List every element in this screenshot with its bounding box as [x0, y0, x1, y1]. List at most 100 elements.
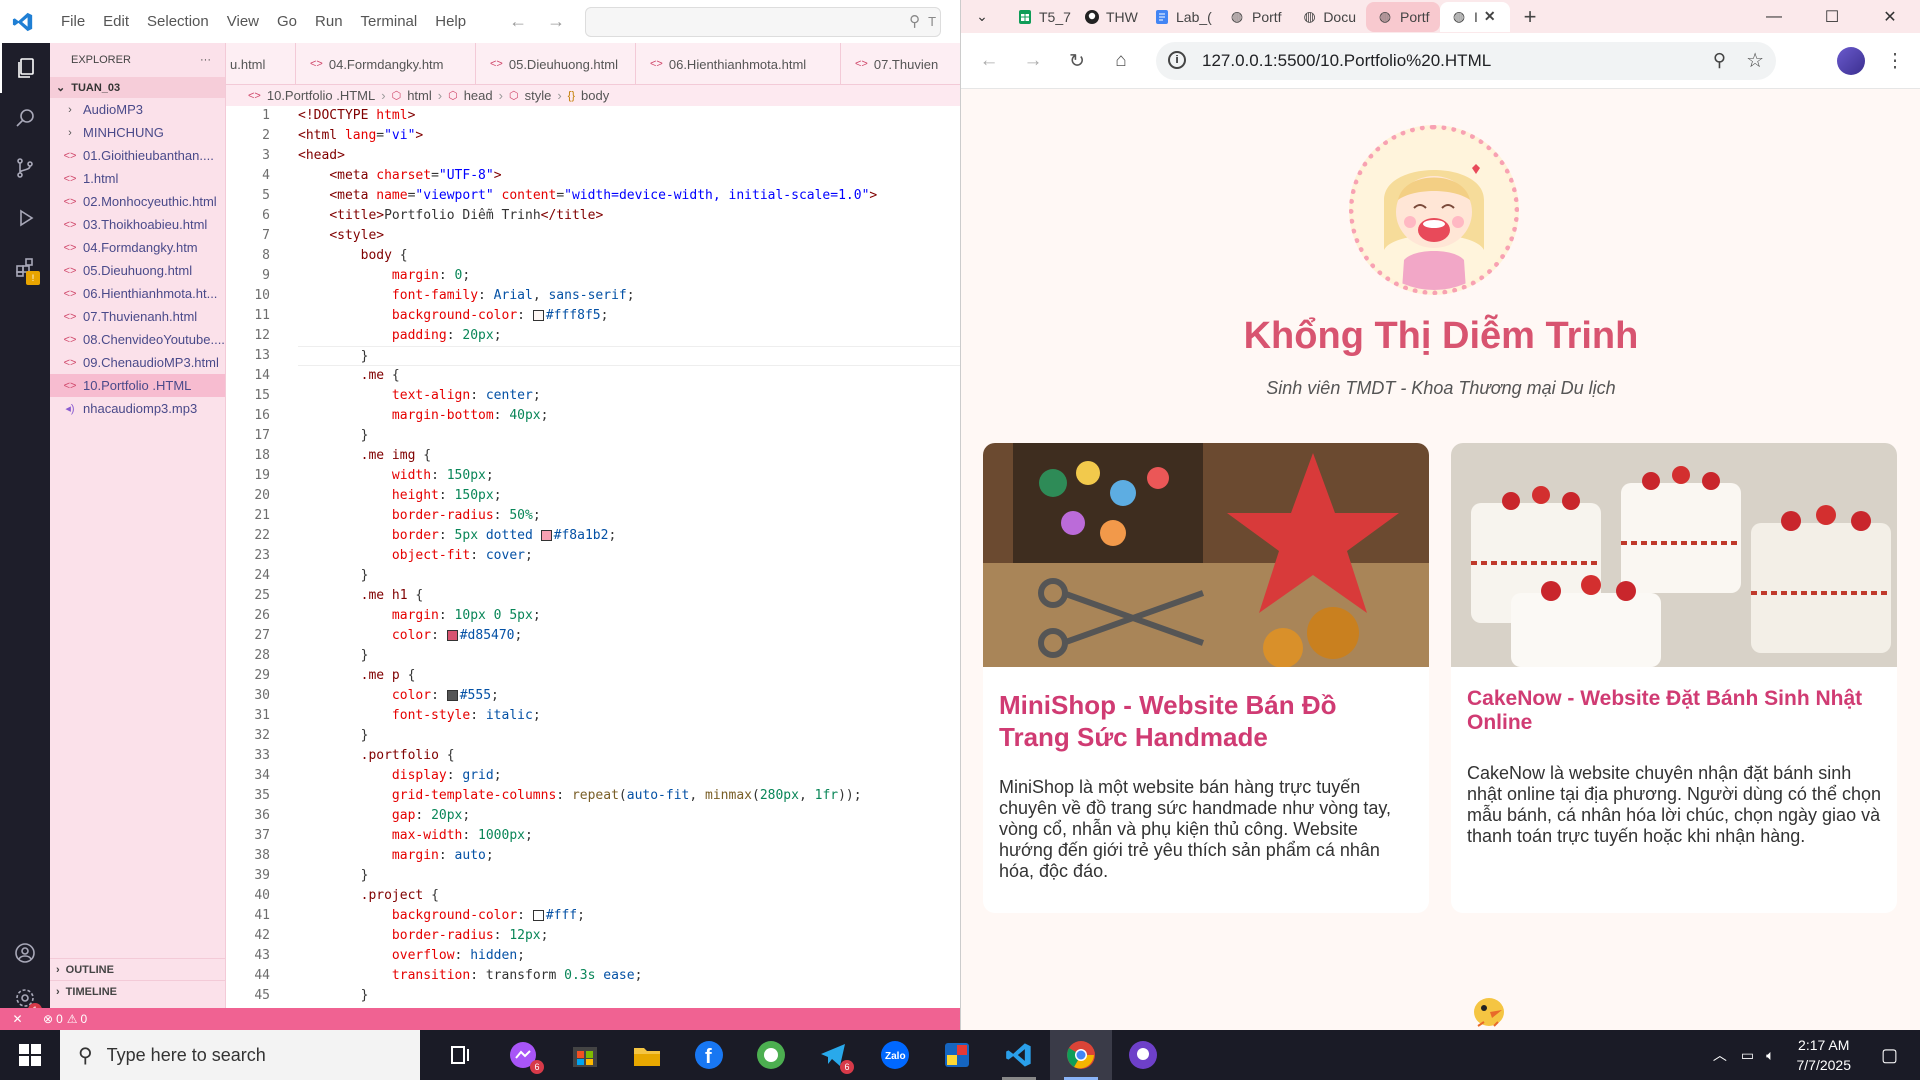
- warning-icon[interactable]: ⚠: [67, 1012, 78, 1026]
- search-icon[interactable]: [0, 93, 50, 143]
- explorer-files-icon[interactable]: [0, 43, 50, 93]
- tab-3[interactable]: <> 06.Hienthianhmota.html: [636, 43, 841, 84]
- chrome-tab-3[interactable]: ◍ Portf: [1218, 2, 1292, 32]
- tab-2[interactable]: <> 05.Dieuhuong.html: [476, 43, 636, 84]
- breadcrumb-html[interactable]: html: [407, 88, 432, 103]
- tab-0[interactable]: u.html: [226, 43, 296, 84]
- outline-section[interactable]: › OUTLINE: [50, 958, 226, 980]
- extensions-icon[interactable]: !: [0, 243, 50, 293]
- notifications-icon[interactable]: ▢: [1881, 1045, 1898, 1066]
- color-swatch[interactable]: [540, 530, 552, 541]
- file-tree-item[interactable]: <> 02.Monhocyeuthic.html: [50, 190, 225, 213]
- menu-help[interactable]: Help: [426, 13, 475, 30]
- more-actions-icon[interactable]: ···: [200, 54, 211, 66]
- menu-edit[interactable]: Edit: [94, 13, 138, 30]
- forward-arrow-icon[interactable]: →: [547, 11, 565, 32]
- vscode-taskbar-icon[interactable]: [988, 1030, 1050, 1080]
- github-desktop-icon[interactable]: [1112, 1030, 1174, 1080]
- chrome-tab-0[interactable]: T5_7: [1007, 2, 1074, 32]
- breadcrumb-file[interactable]: 10.Portfolio .HTML: [267, 88, 375, 103]
- chrome-tab-4[interactable]: ◍ Docu: [1292, 2, 1366, 32]
- volume-icon[interactable]: 🔈︎: [1766, 1047, 1774, 1064]
- taskbar-search[interactable]: ⚲ Type here to search: [60, 1030, 420, 1080]
- telegram-icon[interactable]: 6: [802, 1030, 864, 1080]
- tab-search-chevron-icon[interactable]: ⌄: [965, 2, 999, 32]
- task-view-icon[interactable]: [430, 1030, 492, 1080]
- site-info-icon[interactable]: i: [1168, 51, 1186, 69]
- chrome-taskbar-icon[interactable]: [1050, 1030, 1112, 1080]
- zoom-icon[interactable]: ⚲: [1713, 50, 1726, 71]
- file-tree-item[interactable]: <> 10.Portfolio .HTML: [50, 374, 225, 397]
- chevron-up-icon[interactable]: ︿: [1713, 1045, 1727, 1065]
- source-control-icon[interactable]: [0, 143, 50, 193]
- file-tree-item[interactable]: <> 08.ChenvideoYoutube....: [50, 328, 225, 351]
- chrome-tab-1[interactable]: THW: [1074, 2, 1144, 32]
- facebook-icon[interactable]: f: [678, 1030, 740, 1080]
- chrome-tab-5[interactable]: ◍ Portf: [1366, 1, 1440, 32]
- code-line: .me img {: [360, 448, 432, 463]
- microsoft-store-icon[interactable]: [554, 1030, 616, 1080]
- file-tree-item[interactable]: <> 09.ChenaudioMP3.html: [50, 351, 225, 374]
- menu-run[interactable]: Run: [306, 13, 352, 30]
- color-swatch[interactable]: [532, 910, 544, 921]
- maximize-icon[interactable]: ☐: [1803, 0, 1861, 33]
- close-window-icon[interactable]: ✕: [1861, 0, 1919, 33]
- project-card[interactable]: MiniShop - Website Bán Đồ Trang Sức Hand…: [983, 443, 1429, 913]
- color-swatch[interactable]: [446, 690, 458, 701]
- file-tree-item[interactable]: <> 03.Thoikhoabieu.html: [50, 213, 225, 236]
- project-card[interactable]: CakeNow - Website Đặt Bánh Sinh Nhật Onl…: [1451, 443, 1897, 913]
- file-tree-item[interactable]: <> 01.Gioithieubanthan....: [50, 144, 225, 167]
- file-tree-item[interactable]: <> 05.Dieuhuong.html: [50, 259, 225, 282]
- profile-avatar[interactable]: [1837, 47, 1865, 75]
- file-tree-item[interactable]: <> 1.html: [50, 167, 225, 190]
- error-icon[interactable]: ⊗: [43, 1012, 53, 1026]
- messenger-icon[interactable]: 6: [492, 1030, 554, 1080]
- menu-selection[interactable]: Selection: [138, 13, 218, 30]
- timeline-section[interactable]: › TIMELINE: [50, 980, 226, 1002]
- unikey-icon[interactable]: [926, 1030, 988, 1080]
- file-tree-label: 02.Monhocyeuthic.html: [83, 194, 217, 209]
- back-arrow-icon[interactable]: ←: [975, 47, 1003, 75]
- menu-terminal[interactable]: Terminal: [352, 13, 427, 30]
- color-swatch[interactable]: [532, 310, 544, 321]
- more-menu-icon[interactable]: ⋮: [1881, 47, 1909, 75]
- account-icon[interactable]: [0, 928, 50, 978]
- tab-1[interactable]: <> 04.Formdangky.htm: [296, 43, 476, 84]
- coccoc-icon[interactable]: [740, 1030, 802, 1080]
- windows-start-icon[interactable]: [0, 1030, 60, 1080]
- new-tab-plus-icon[interactable]: +: [1510, 2, 1550, 32]
- menu-go[interactable]: Go: [268, 13, 306, 30]
- run-debug-icon[interactable]: [0, 193, 50, 243]
- address-bar[interactable]: i 127.0.0.1:5500/10.Portfolio%20.HTML ⚲ …: [1156, 42, 1776, 80]
- chrome-tab-active[interactable]: ◍ I ✕: [1440, 1, 1510, 32]
- command-center-search[interactable]: ⚲ T: [585, 6, 942, 37]
- back-arrow-icon[interactable]: ←: [509, 11, 527, 32]
- code-editor[interactable]: 1 2 3 4 5 6 7 8 9 10 11 12 13 14 15 16 17 18 19 20 21 22 23 24 2…: [226, 106, 960, 1008]
- menu-file[interactable]: File: [52, 13, 94, 30]
- menu-view[interactable]: View: [218, 13, 268, 30]
- file-tree-item[interactable]: <> 06.Hienthianhmota.ht...: [50, 282, 225, 305]
- close-tab-icon[interactable]: ✕: [1484, 8, 1496, 25]
- file-tree-item[interactable]: <> 04.Formdangky.htm: [50, 236, 225, 259]
- tab-4[interactable]: <> 07.Thuvien: [841, 43, 960, 84]
- file-explorer-icon[interactable]: [616, 1030, 678, 1080]
- file-tree-item[interactable]: ◂) nhacaudiomp3.mp3: [50, 397, 225, 420]
- reload-icon[interactable]: ↻: [1063, 47, 1091, 75]
- clock[interactable]: 2:17 AM 7/7/2025: [1796, 1035, 1851, 1075]
- chrome-tab-2[interactable]: Lab_(: [1144, 2, 1218, 32]
- remote-icon[interactable]: ✕: [0, 1008, 35, 1030]
- forward-arrow-icon[interactable]: →: [1019, 47, 1047, 75]
- file-tree-item[interactable]: <> 07.Thuvienanh.html: [50, 305, 225, 328]
- workspace-folder[interactable]: ⌄ TUAN_03: [50, 77, 225, 98]
- breadcrumb-body[interactable]: body: [581, 88, 609, 103]
- file-tree-item[interactable]: › AudioMP3: [50, 98, 225, 121]
- file-tree-item[interactable]: › MINHCHUNG: [50, 121, 225, 144]
- minimize-icon[interactable]: —: [1745, 0, 1803, 33]
- battery-icon[interactable]: ▭: [1741, 1047, 1754, 1064]
- zalo-icon[interactable]: Zalo: [864, 1030, 926, 1080]
- breadcrumb-head[interactable]: head: [464, 88, 493, 103]
- bookmark-star-icon[interactable]: ☆: [1746, 48, 1764, 73]
- home-icon[interactable]: ⌂: [1107, 47, 1135, 75]
- color-swatch[interactable]: [446, 630, 458, 641]
- breadcrumb-style[interactable]: style: [525, 88, 552, 103]
